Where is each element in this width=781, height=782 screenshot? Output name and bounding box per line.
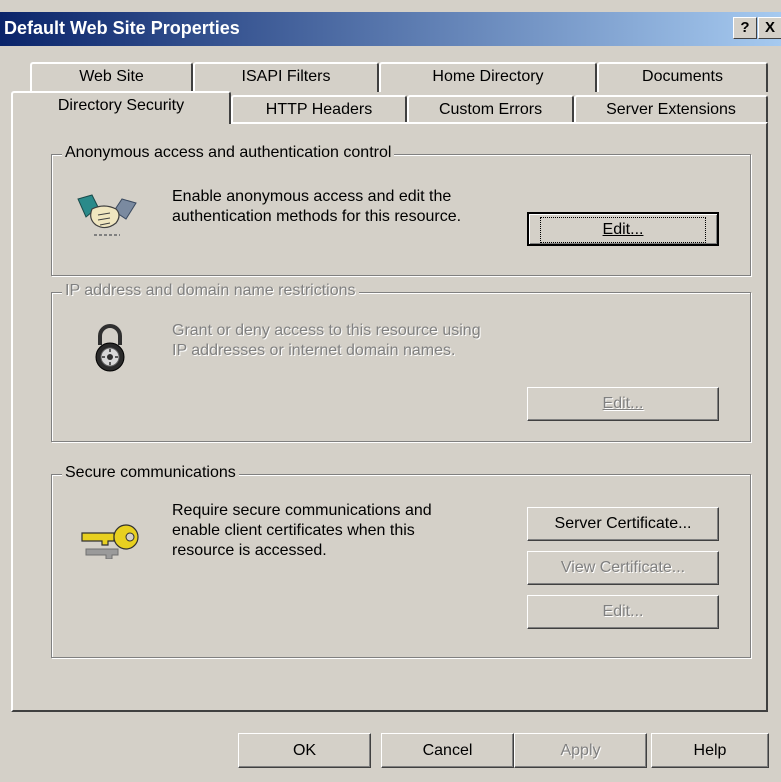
anonymous-description-line1: Enable anonymous access and edit the	[172, 188, 452, 205]
ip-description-line2: IP addresses or internet domain names.	[172, 342, 456, 359]
properties-dialog: Default Web Site Properties ? X Web Site…	[0, 0, 781, 782]
tab-custom-errors[interactable]: Custom Errors	[407, 95, 574, 125]
secure-description-line2: enable client certificates when this	[172, 522, 415, 539]
ip-restrictions-group: IP address and domain name restrictions …	[51, 282, 751, 442]
key-icon	[81, 524, 139, 559]
server-certificate-button[interactable]: Server Certificate...	[527, 507, 719, 541]
anonymous-description-line2: authentication methods for this resource…	[172, 208, 462, 225]
secure-edit-label: Edit...	[602, 603, 644, 620]
title-bar[interactable]: Default Web Site Properties ? X	[0, 12, 781, 46]
tab-home-directory[interactable]: Home Directory	[379, 62, 597, 92]
directory-security-panel: Anonymous access and authentication cont…	[11, 122, 768, 712]
anonymous-edit-label: Edit...	[602, 221, 644, 238]
secure-communications-legend: Secure communications	[62, 464, 239, 482]
tab-documents[interactable]: Documents	[597, 62, 768, 92]
ok-button[interactable]: OK	[238, 733, 371, 768]
anonymous-edit-button[interactable]: Edit...	[527, 212, 719, 246]
tab-web-site[interactable]: Web Site	[30, 62, 193, 92]
help-footer-button[interactable]: Help	[651, 733, 769, 768]
view-certificate-label: View Certificate...	[560, 559, 686, 576]
ip-restrictions-legend: IP address and domain name restrictions	[62, 282, 359, 300]
tab-http-headers[interactable]: HTTP Headers	[231, 95, 407, 125]
apply-button[interactable]: Apply	[514, 733, 647, 768]
ip-edit-button[interactable]: Edit...	[527, 387, 719, 421]
secure-description-line1: Require secure communications and	[172, 502, 432, 519]
close-button[interactable]: X	[758, 17, 781, 39]
view-certificate-button[interactable]: View Certificate...	[527, 551, 719, 585]
server-certificate-label: Server Certificate...	[554, 515, 692, 532]
secure-communications-group: Secure communications Require secure com…	[51, 464, 751, 658]
padlock-icon	[95, 324, 125, 372]
help-button[interactable]: ?	[733, 17, 757, 39]
tab-directory-security[interactable]: Directory Security	[11, 91, 231, 124]
ip-description-line1: Grant or deny access to this resource us…	[172, 322, 481, 339]
window-title: Default Web Site Properties	[4, 18, 240, 38]
anonymous-access-group: Anonymous access and authentication cont…	[51, 144, 751, 276]
secure-description-line3: resource is accessed.	[172, 542, 327, 559]
handshake-icon	[77, 194, 137, 236]
tab-server-extensions[interactable]: Server Extensions	[574, 95, 768, 125]
tab-isapi-filters[interactable]: ISAPI Filters	[193, 62, 379, 92]
ip-edit-label: Edit...	[602, 395, 644, 412]
cancel-button[interactable]: Cancel	[381, 733, 514, 768]
secure-edit-button[interactable]: Edit...	[527, 595, 719, 629]
anonymous-access-legend: Anonymous access and authentication cont…	[62, 144, 395, 162]
